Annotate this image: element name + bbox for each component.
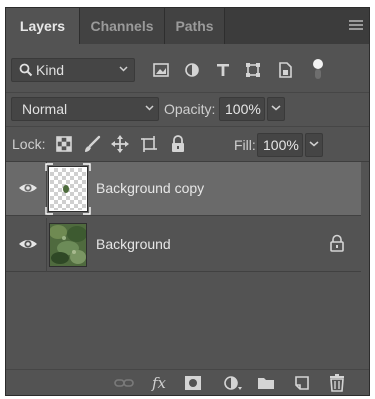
- link-layers-icon[interactable]: [113, 373, 135, 393]
- tab-layers[interactable]: Layers: [6, 8, 80, 44]
- visibility-column: [6, 162, 47, 216]
- lock-position-move-icon[interactable]: [110, 134, 130, 154]
- kind-filter-select[interactable]: Kind: [11, 58, 135, 82]
- lock-transparent-pixels-icon[interactable]: [54, 134, 74, 154]
- blend-mode-label: Normal: [22, 101, 68, 117]
- tab-bar: Layers Channels Paths: [6, 8, 369, 44]
- thumbnail-selection-frame: [45, 163, 91, 215]
- layers-panel: Layers Channels Paths Kind Normal Opacit…: [5, 7, 370, 396]
- blend-row: Normal Opacity: 100%: [6, 92, 369, 126]
- lock-all-icon[interactable]: [168, 134, 188, 154]
- chevron-down-icon: [309, 141, 319, 147]
- divider: [6, 126, 369, 127]
- fill-label: Fill:: [234, 137, 256, 153]
- blend-mode-select[interactable]: Normal: [11, 97, 159, 121]
- visibility-column: [6, 218, 47, 272]
- layers-list: Background copy Background: [6, 162, 369, 370]
- layer-row-background-copy[interactable]: Background copy: [6, 162, 361, 216]
- tab-paths[interactable]: Paths: [165, 8, 225, 44]
- lock-label: Lock:: [12, 136, 46, 152]
- add-layer-mask-icon[interactable]: [182, 373, 204, 393]
- fill-input[interactable]: 100%: [257, 133, 303, 157]
- shape-filter-icon[interactable]: [242, 60, 264, 80]
- smart-object-filter-icon[interactable]: [274, 60, 296, 80]
- lock-image-pixels-brush-icon[interactable]: [82, 134, 102, 154]
- image-filter-icon[interactable]: [150, 60, 172, 80]
- filter-row: Kind: [6, 52, 369, 92]
- layers-bottom-toolbar: fx: [6, 369, 369, 395]
- layer-row-background[interactable]: Background: [6, 218, 361, 272]
- chevron-down-icon: [119, 66, 128, 72]
- delete-layer-trash-icon[interactable]: [326, 373, 348, 393]
- new-group-folder-icon[interactable]: [255, 373, 277, 393]
- eye-visibility-icon[interactable]: [18, 235, 38, 253]
- chevron-down-icon: [271, 105, 281, 111]
- panel-menu-icon[interactable]: [349, 20, 363, 32]
- layer-name: Background copy: [96, 180, 205, 196]
- opacity-input[interactable]: 100%: [219, 97, 265, 121]
- lock-artboard-nesting-icon[interactable]: [139, 134, 159, 154]
- kind-filter-label: Kind: [36, 62, 65, 78]
- type-filter-icon[interactable]: [212, 60, 234, 80]
- layer-name: Background: [96, 236, 171, 252]
- lock-row: Lock: Fill: 100%: [6, 128, 369, 162]
- nature-photo-thumbnail: [50, 224, 86, 266]
- opacity-label: Opacity:: [164, 101, 216, 117]
- adjustment-filter-icon[interactable]: [181, 60, 203, 80]
- opacity-dropdown-button[interactable]: [267, 97, 285, 121]
- search-icon: [19, 63, 33, 77]
- layer-thumbnail: [49, 223, 87, 267]
- new-layer-icon[interactable]: [291, 373, 313, 393]
- chevron-down-icon: [145, 105, 154, 111]
- layer-locked-icon[interactable]: [329, 234, 345, 252]
- add-layer-style-icon[interactable]: fx: [152, 373, 174, 393]
- fill-dropdown-button[interactable]: [305, 133, 323, 157]
- tab-channels[interactable]: Channels: [80, 8, 165, 44]
- filter-toggle-icon[interactable]: [310, 57, 326, 81]
- eye-visibility-icon[interactable]: [18, 179, 38, 197]
- new-adjustment-layer-icon[interactable]: [221, 373, 243, 393]
